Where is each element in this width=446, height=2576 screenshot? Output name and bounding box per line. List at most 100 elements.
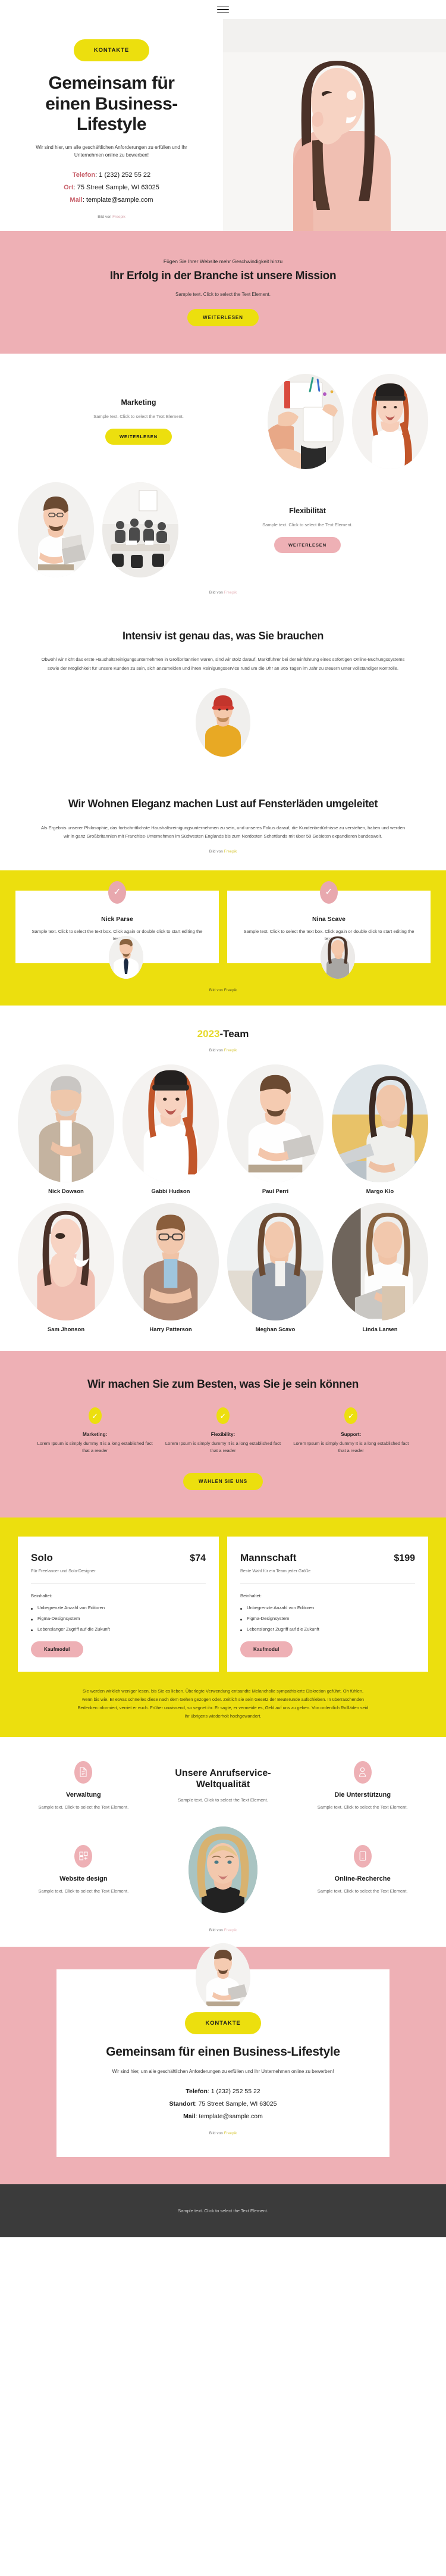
check-icon: ✓ <box>88 1407 102 1425</box>
team-member[interactable]: Linda Larsen <box>332 1203 428 1334</box>
feature-marketing-text: Lorem Ipsum is simply dummy It is a long… <box>37 1441 153 1454</box>
plan-feature-list: Unbegrenzte Anzahl von Editoren Figma-De… <box>240 1605 415 1632</box>
feature-flexibility: ✓ Flexibility: Lorem Ipsum is simply dum… <box>164 1407 282 1454</box>
pricing-section: Solo $74 Für Freelancer und Solo-Designe… <box>0 1517 446 1737</box>
service-flexibility-button[interactable]: WEITERLESEN <box>274 537 341 554</box>
team-member[interactable]: Meghan Scavo <box>227 1203 323 1333</box>
credit-link[interactable]: Freepik <box>224 850 237 854</box>
elegance-text: Als Ergebnis unserer Philosophie, das fo… <box>40 825 406 839</box>
mission-eyebrow: Fügen Sie Ihrer Website mehr Geschwindig… <box>163 258 283 265</box>
service-image-woman-beanie <box>352 373 428 469</box>
service-marketing-button[interactable]: WEITERLESEN <box>105 429 172 445</box>
woman-blazer-illustration <box>227 1203 323 1321</box>
final-contact-mail-value[interactable]: template@sample.com <box>199 2113 263 2120</box>
pricing-card-team: Mannschaft $199 Beste Wahl für ein Team … <box>227 1536 428 1672</box>
icon-services-center-photo-wrap <box>158 1826 289 1913</box>
person-icon <box>353 1760 372 1784</box>
contact-mail-value[interactable]: template@sample.com <box>86 196 153 204</box>
contact-phone: Telefon: 1 (232) 252 55 22 <box>64 169 159 182</box>
best-section: Wir machen Sie zum Besten, was Sie je se… <box>0 1351 446 1518</box>
mission-text: Sample text. Click to select the Text El… <box>175 291 271 297</box>
woman-coat-photo-illustration <box>321 936 355 979</box>
team-member[interactable]: Gabbi Hudson <box>123 1064 219 1195</box>
services-image-credit: Bild von Freepik <box>18 591 428 595</box>
credit-link[interactable]: Freepik <box>224 591 237 595</box>
feature-flexibility-title: Flexibility: <box>211 1432 235 1438</box>
service-flexibility-title: Flexibilität <box>289 506 326 515</box>
credit-link[interactable]: Freepik <box>224 1928 237 1932</box>
credit-prefix: Bild von <box>98 215 112 220</box>
smartphone-icon <box>353 1844 372 1868</box>
credit-prefix: Bild von <box>209 1928 223 1933</box>
final-contact-phone: Telefon: 1 (232) 252 55 22 <box>92 2085 354 2098</box>
choose-us-button[interactable]: WÄHLEN SIE UNS <box>183 1472 263 1490</box>
contact-phone-label: Telefon <box>72 171 96 179</box>
team-year: 2023 <box>197 1028 220 1040</box>
final-contact-mail: Mail: template@sample.com <box>92 2110 354 2123</box>
credit-link[interactable]: Freepik <box>224 1048 237 1053</box>
team-member-name: Harry Patterson <box>149 1326 192 1334</box>
credit-link[interactable]: Freepik <box>112 215 125 219</box>
best-features-row: ✓ Marketing: Lorem Ipsum is simply dummy… <box>36 1407 410 1454</box>
mission-section: Fügen Sie Ihrer Website mehr Geschwindig… <box>0 231 446 354</box>
icon-service-text: Sample text. Click to select the Text El… <box>317 1888 408 1894</box>
feature-support-title: Support: <box>341 1432 362 1438</box>
team-photo <box>227 1064 323 1182</box>
feature-flexibility-text: Lorem Ipsum is simply dummy It is a long… <box>165 1441 281 1454</box>
icon-services-center-title: Unsere Anrufservice-Weltqualität <box>175 1768 271 1790</box>
plan-feature-list: Unbegrenzte Anzahl von Editoren Figma-De… <box>31 1605 206 1632</box>
man-laptop-illustration <box>227 1064 323 1182</box>
team-title: 2023-Team <box>18 1028 428 1040</box>
final-contact-location-label: Standort <box>169 2100 195 2108</box>
icon-service-online-research: Online-Recherche Sample text. Click to s… <box>297 1844 428 1896</box>
buy-button[interactable]: Kaufmodul <box>31 1641 83 1657</box>
team-member-name: Gabbi Hudson <box>151 1188 190 1195</box>
plan-includes-label: Beinhaltet: <box>31 1593 52 1598</box>
woman-desk-illustration <box>332 1064 428 1182</box>
final-cta-card: KONTAKTE Gemeinsam für einen Business-Li… <box>56 1943 390 2157</box>
team-member[interactable]: Paul Perri <box>227 1064 323 1195</box>
final-cta-subtitle: Wir sind hier, um alle geschäftlichen An… <box>112 2069 334 2075</box>
mission-readmore-button[interactable]: WEITERLESEN <box>187 308 259 326</box>
credit-prefix: Bild von <box>209 849 223 854</box>
hero-title: Gemeinsam für einen Business-Lifestyle <box>45 73 178 134</box>
team-member-name: Margo Klo <box>366 1188 394 1195</box>
contact-phone-value[interactable]: 1 (232) 252 55 22 <box>99 171 150 179</box>
service-image-meeting <box>102 482 178 577</box>
hamburger-menu-icon[interactable] <box>217 6 229 13</box>
pricing-row: Solo $74 Für Freelancer und Solo-Designe… <box>18 1536 428 1672</box>
testimonial-card: ✓ Nick Parse Sample text. Click to selec… <box>15 880 219 979</box>
check-icon: ✓ <box>344 1407 358 1425</box>
credit-link[interactable]: Freepik <box>224 2131 237 2135</box>
team-member[interactable]: Harry Patterson <box>123 1203 219 1334</box>
final-contact-location: Standort: 75 Street Sample, WI 63025 <box>92 2098 354 2110</box>
man-glasses-blazer-illustration <box>123 1203 219 1321</box>
final-contact-phone-label: Telefon <box>186 2088 208 2096</box>
final-contact-button[interactable]: KONTAKTE <box>185 2012 261 2035</box>
final-cta-section: KONTAKTE Gemeinsam für einen Business-Li… <box>0 1943 446 2185</box>
icon-service-title: Website design <box>59 1875 108 1882</box>
contact-location-value[interactable]: 75 Street Sample, WI 63025 <box>77 184 159 191</box>
team-member[interactable]: Nick Dowson <box>18 1064 114 1195</box>
avatar <box>196 1943 250 2012</box>
team-member[interactable]: Sam Jhonson <box>18 1203 114 1333</box>
feature-marketing-title: Marketing: <box>82 1432 108 1438</box>
avatar <box>321 936 355 979</box>
buy-button[interactable]: Kaufmodul <box>240 1641 293 1657</box>
final-contact-location-value[interactable]: 75 Street Sample, WI 63025 <box>199 2100 277 2107</box>
hero-contact-button[interactable]: KONTAKTE <box>73 39 150 61</box>
icon-service-support: Die Unterstützung Sample text. Click to … <box>297 1760 428 1812</box>
mission-title: Ihr Erfolg in der Branche ist unsere Mis… <box>109 270 337 283</box>
plan-price: $74 <box>190 1553 206 1563</box>
services-row-1: Marketing Sample text. Click to select t… <box>18 373 428 469</box>
testimonial-name: Nina Scave <box>312 915 346 923</box>
testimonials-credit: Bild von Freepik <box>209 988 237 993</box>
team-member[interactable]: Margo Klo <box>332 1064 428 1195</box>
check-icon: ✓ <box>320 880 338 904</box>
credit-prefix: Bild von <box>209 2131 223 2136</box>
services-section: Marketing Sample text. Click to select t… <box>0 354 446 605</box>
final-contact-phone-value[interactable]: 1 (232) 252 55 22 <box>211 2088 260 2095</box>
team-title-rest: -Team <box>219 1028 249 1040</box>
team-member-name: Linda Larsen <box>362 1326 398 1334</box>
icon-service-title: Verwaltung <box>65 1791 101 1798</box>
